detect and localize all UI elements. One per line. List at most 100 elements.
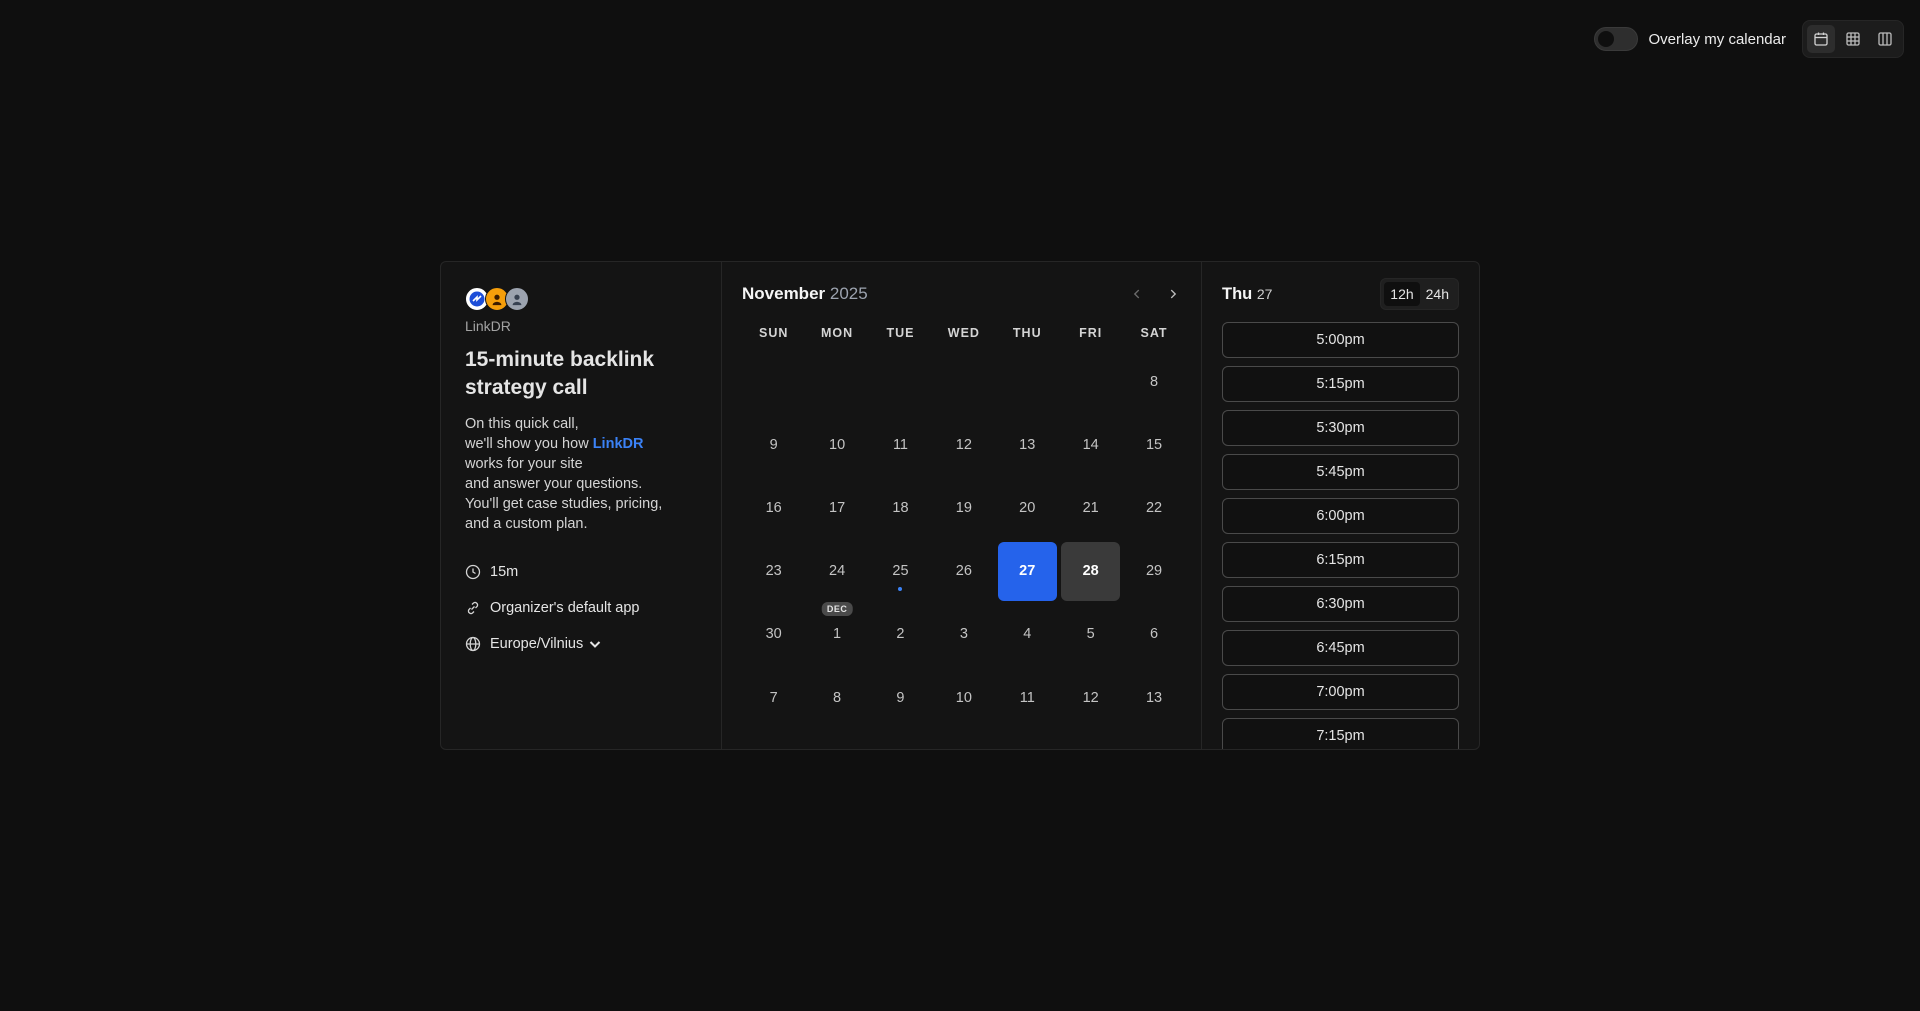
day-number: 15 (1145, 436, 1163, 453)
calendar-day-empty (1059, 350, 1122, 413)
calendar-day: 7 (742, 666, 805, 729)
calendar-day: 9 (742, 413, 805, 476)
person-icon (512, 294, 522, 306)
calendar-day: 5 (1059, 603, 1122, 666)
calendar-day: 23 (742, 540, 805, 603)
weekday-label: SAT (1140, 326, 1168, 340)
time-slot-button[interactable]: 5:45pm (1222, 454, 1459, 490)
duration-value: 15m (490, 564, 519, 580)
calendar-day-selected[interactable]: 27 (996, 540, 1059, 603)
brand-link[interactable]: LinkDR (593, 436, 644, 452)
calendar-day: 13 (996, 413, 1059, 476)
calendar-day: 29 (1122, 540, 1185, 603)
year: 2025 (829, 284, 868, 303)
day-number: 6 (1149, 626, 1159, 643)
calendar-day: 8 (1122, 350, 1185, 413)
time-slot-button[interactable]: 5:30pm (1222, 410, 1459, 446)
time-slot-button[interactable]: 7:15pm (1222, 718, 1459, 749)
prev-month-button[interactable] (1125, 282, 1149, 306)
calendar-day: 20 (996, 476, 1059, 539)
day-number: 17 (829, 499, 846, 516)
day-number: 7 (769, 689, 778, 706)
time-slot-button[interactable]: 6:00pm (1222, 498, 1459, 534)
day-number: 21 (1082, 499, 1099, 516)
view-switcher (1802, 20, 1904, 58)
clock-icon (465, 564, 481, 580)
time-slot-button[interactable]: 7:00pm (1222, 674, 1459, 710)
calendar-header: November 2025 (742, 282, 1181, 306)
weekday-label: WED (947, 326, 980, 340)
month-title: November 2025 (742, 284, 868, 304)
chevron-right-icon (1170, 289, 1177, 299)
column-view-icon (1878, 32, 1892, 46)
calendar-day: 17 (805, 476, 868, 539)
brand-logo-icon (469, 291, 485, 307)
description-line: we'll show you how (465, 436, 589, 452)
weekday-label: MON (821, 326, 854, 340)
overlay-calendar-toggle[interactable] (1594, 27, 1639, 51)
weekday-header: SUN MON TUE WED THU FRI SAT (742, 326, 1181, 340)
time-slot-button[interactable]: 6:30pm (1222, 586, 1459, 622)
format-12h-button[interactable]: 12h (1384, 282, 1420, 306)
day-number: 24 (829, 563, 846, 580)
time-slot-button[interactable]: 5:00pm (1222, 322, 1459, 358)
column-view-button[interactable] (1871, 25, 1899, 53)
calendar-day: 11 (996, 666, 1059, 729)
time-slot-button[interactable]: 6:15pm (1222, 542, 1459, 578)
event-info-panel: LinkDR 15-minute backlink strategy call … (441, 262, 722, 749)
calendar-day: 12 (932, 413, 995, 476)
day-number: 30 (765, 626, 782, 643)
month-view-button[interactable] (1807, 25, 1835, 53)
overlay-calendar-control[interactable]: Overlay my calendar (1594, 27, 1786, 51)
day-number: 29 (1145, 563, 1163, 580)
calendar-day-available[interactable]: 28 (1059, 540, 1122, 603)
day-number: 23 (765, 563, 782, 580)
calendar-day-empty (932, 350, 995, 413)
day-number: 8 (833, 689, 842, 706)
calendar-day: 10 (805, 413, 868, 476)
calendar-view-icon (1814, 32, 1828, 46)
calendar-day: 9 (869, 666, 932, 729)
description-line: On this quick call, (465, 416, 579, 432)
calendar-day: 14 (1059, 413, 1122, 476)
calendar-panel: November 2025 SUN MON TUE WED THU FRI SA… (722, 262, 1202, 749)
chevron-down-icon (590, 641, 601, 648)
topbar: Overlay my calendar (1594, 20, 1904, 58)
day-number: 2 (896, 626, 905, 643)
day-number: 28 (1061, 541, 1121, 601)
calendar-day: 24 (805, 540, 868, 603)
calendar-day: 30 (742, 603, 805, 666)
time-slots-panel: Thu 27 12h 24h 5:00pm 5:15pm 5:30pm 5:45pm 6… (1202, 262, 1479, 749)
timezone-select[interactable]: Europe/Vilnius (490, 636, 603, 652)
booking-card: LinkDR 15-minute backlink strategy call … (440, 261, 1480, 750)
day-number: 13 (1019, 436, 1036, 453)
time-slot-button[interactable]: 6:45pm (1222, 630, 1459, 666)
organizer-avatars (465, 286, 697, 312)
day-number: 8 (1149, 373, 1159, 390)
grid-view-icon (1846, 32, 1860, 46)
location-value: Organizer's default app (490, 600, 640, 616)
day-number: 11 (892, 436, 908, 453)
calendar-day: 21 (1059, 476, 1122, 539)
next-month-badge: DEC (821, 601, 853, 616)
next-month-button[interactable] (1161, 282, 1185, 306)
format-24h-button[interactable]: 24h (1420, 282, 1455, 306)
duration-row: 15m (465, 554, 697, 590)
day-number: 9 (896, 689, 905, 706)
calendar-day: 19 (932, 476, 995, 539)
calendar-day: 1 DEC (805, 601, 868, 666)
link-icon (467, 601, 479, 615)
description-line: You'll get case studies, pricing, (465, 496, 663, 512)
weekly-view-button[interactable] (1839, 25, 1867, 53)
event-description: On this quick call, we'll show you how L… (465, 414, 697, 534)
weekday-label: SUN (758, 326, 789, 340)
time-slot-button[interactable]: 5:15pm (1222, 366, 1459, 402)
day-number: 20 (1019, 499, 1036, 516)
day-number: 14 (1082, 436, 1099, 453)
calendar-day-empty (805, 350, 868, 413)
location-row: Organizer's default app (465, 590, 697, 626)
calendar-day: 13 (1122, 666, 1185, 729)
day-number: 3 (959, 626, 968, 643)
day-number: 10 (829, 436, 846, 453)
timezone-row[interactable]: Europe/Vilnius (465, 626, 697, 662)
